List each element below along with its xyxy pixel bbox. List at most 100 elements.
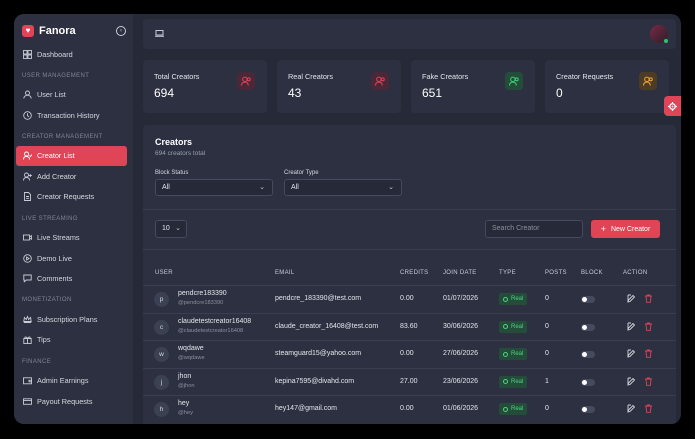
chevron-down-icon: ⌄ bbox=[175, 225, 181, 232]
sidebar-item-creator-list[interactable]: Creator List bbox=[16, 145, 127, 166]
user-name: claudetestcreator16408 bbox=[178, 317, 252, 325]
settings-gear-icon[interactable] bbox=[664, 96, 681, 116]
sidebar-item-label: Demo Live bbox=[37, 253, 72, 263]
table-header: TYPE bbox=[499, 270, 516, 276]
page-size-select[interactable]: 10 ⌄ bbox=[155, 220, 187, 238]
sidebar-item-dashboard[interactable]: Dashboard bbox=[16, 44, 127, 64]
stat-label: Total Creators bbox=[154, 72, 200, 81]
delete-icon[interactable] bbox=[644, 322, 653, 331]
sidebar-item-label: Dashboard bbox=[37, 49, 73, 59]
sidebar-item-label: Comments bbox=[37, 274, 73, 284]
toggle-knob bbox=[582, 297, 587, 302]
user-email: steamguard15@yahoo.com bbox=[275, 350, 362, 357]
user-handle: @wqdawe bbox=[178, 355, 205, 361]
sidebar-item-admin-earnings[interactable]: Admin Earnings bbox=[16, 371, 127, 391]
edit-icon[interactable] bbox=[627, 294, 636, 303]
stat-card: Total Creators 694 bbox=[143, 60, 267, 113]
creators-panel: Creators 694 creators total Block Status… bbox=[143, 125, 676, 424]
collapse-sidebar-icon[interactable]: ‹ bbox=[116, 26, 126, 36]
block-toggle[interactable] bbox=[581, 406, 595, 413]
toggle-knob bbox=[582, 379, 587, 385]
stat-card: Creator Requests 0 bbox=[545, 60, 669, 113]
edit-icon[interactable] bbox=[627, 377, 636, 386]
creator-type-label: Creator Type bbox=[284, 170, 319, 176]
post-count: 1 bbox=[545, 377, 549, 385]
table-row[interactable]: p pendcre183390 @pendcre183390 pendcre_1… bbox=[143, 285, 676, 312]
chevron-down-icon: ⌄ bbox=[388, 184, 394, 191]
stat-label: Creator Requests bbox=[556, 72, 614, 81]
edit-icon[interactable] bbox=[627, 322, 636, 331]
type-badge: Real bbox=[499, 320, 528, 333]
user-handle: @hey bbox=[178, 410, 193, 416]
plus-icon: + bbox=[600, 224, 606, 234]
sidebar-item-label: Creator List bbox=[37, 151, 75, 161]
post-count: 0 bbox=[545, 322, 549, 330]
block-toggle[interactable] bbox=[581, 323, 595, 331]
block-toggle[interactable] bbox=[581, 378, 595, 386]
table-header: BLOCK bbox=[581, 270, 603, 276]
join-date: 23/06/2026 bbox=[443, 377, 479, 385]
payout-icon bbox=[23, 397, 32, 406]
brand[interactable]: ♥ Fanora ‹ bbox=[22, 22, 126, 40]
sidebar-item-label: Creator Requests bbox=[37, 192, 95, 202]
type-label: Real bbox=[511, 323, 524, 330]
sidebar-item-demo-live[interactable]: Demo Live bbox=[16, 248, 127, 268]
delete-icon[interactable] bbox=[644, 349, 653, 358]
table-row[interactable]: c claudetestcreator16408 @claudetestcrea… bbox=[143, 312, 676, 340]
play-icon bbox=[23, 253, 32, 263]
avatar[interactable] bbox=[650, 25, 669, 44]
check-circle-icon bbox=[503, 406, 508, 412]
sidebar-item-label: Admin Earnings bbox=[37, 376, 89, 386]
sidebar: ♥ Fanora ‹ Dashboard USER MANAGEMENT User … bbox=[14, 14, 133, 424]
sidebar-section-title: CREATOR MANAGEMENT bbox=[22, 133, 103, 140]
users-icon bbox=[237, 72, 255, 90]
table-row[interactable]: j jhon @jhon kepina7595@divahd.com 27.00… bbox=[143, 367, 676, 395]
user-avatar: c bbox=[154, 319, 169, 335]
video-icon bbox=[23, 233, 32, 242]
stat-label: Real Creators bbox=[288, 72, 334, 81]
sidebar-item-payout-requests[interactable]: Payout Requests bbox=[16, 391, 127, 411]
user-avatar: h bbox=[154, 402, 169, 417]
sidebar-nav: Dashboard USER MANAGEMENT User List Transac… bbox=[16, 44, 127, 412]
sidebar-item-subscription-plans[interactable]: Subscription Plans bbox=[16, 309, 127, 329]
table-row[interactable]: h hey @hey hey147@gmail.com 0.00 01/06/2… bbox=[143, 395, 676, 422]
delete-icon[interactable] bbox=[644, 404, 653, 413]
sidebar-item-label: Payout Requests bbox=[37, 396, 93, 406]
sidebar-item-user-list[interactable]: User List bbox=[16, 85, 127, 105]
stat-card: Real Creators 43 bbox=[277, 60, 401, 113]
edit-icon[interactable] bbox=[627, 404, 636, 413]
join-date: 27/06/2026 bbox=[443, 350, 479, 357]
table-row[interactable]: w wqdawe @wqdawe steamguard15@yahoo.com … bbox=[143, 340, 676, 367]
page-size-value: 10 bbox=[162, 225, 170, 232]
panel-title: Creators bbox=[155, 137, 193, 147]
sidebar-item-live-streams[interactable]: Live Streams bbox=[16, 228, 127, 248]
creator-type-select[interactable]: All ⌄ bbox=[284, 179, 402, 196]
sidebar-item-creator-requests[interactable]: Creator Requests bbox=[16, 187, 127, 207]
sidebar-item-tips[interactable]: Tips bbox=[16, 330, 127, 350]
new-creator-button[interactable]: + New Creator bbox=[591, 220, 660, 238]
sidebar-item-label: User List bbox=[37, 90, 66, 100]
sidebar-item-comments[interactable]: Comments bbox=[16, 269, 127, 289]
sidebar-section-title: USER MANAGEMENT bbox=[22, 72, 90, 79]
block-toggle[interactable] bbox=[581, 351, 595, 358]
type-label: Real bbox=[511, 378, 524, 385]
block-toggle[interactable] bbox=[581, 296, 595, 303]
sidebar-item-transaction-history[interactable]: Transaction History bbox=[16, 105, 127, 125]
block-status-select[interactable]: All ⌄ bbox=[155, 179, 273, 196]
laptop-icon[interactable] bbox=[155, 30, 164, 37]
divider bbox=[143, 249, 676, 250]
user-credits: 0.00 bbox=[400, 405, 414, 412]
search-input[interactable]: Search Creator bbox=[485, 220, 583, 238]
sidebar-item-add-creator[interactable]: Add Creator bbox=[16, 166, 127, 186]
delete-icon[interactable] bbox=[644, 377, 653, 386]
user-list-icon bbox=[23, 151, 32, 160]
delete-icon[interactable] bbox=[644, 294, 653, 303]
user-credits: 0.00 bbox=[400, 350, 414, 357]
stat-value: 694 bbox=[154, 86, 175, 100]
post-count: 0 bbox=[545, 405, 549, 412]
user-email: kepina7595@divahd.com bbox=[275, 377, 355, 385]
history-icon bbox=[23, 110, 32, 120]
user-handle: @claudetestcreator16408 bbox=[178, 327, 244, 334]
top-bar bbox=[143, 19, 676, 49]
edit-icon[interactable] bbox=[627, 349, 636, 358]
